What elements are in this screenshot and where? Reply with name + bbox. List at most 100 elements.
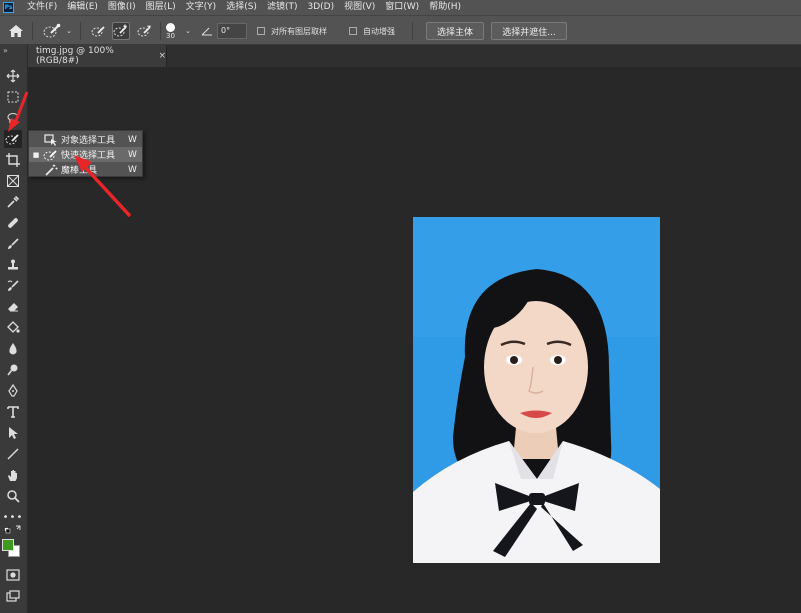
document-tab-title: timg.jpg @ 100%(RGB/8#) — [36, 46, 114, 66]
photoshop-logo-icon: Ps — [3, 2, 14, 13]
frame-icon — [7, 175, 19, 187]
foreground-color-swatch[interactable] — [2, 539, 14, 551]
dodge-tool[interactable] — [4, 361, 22, 379]
menu-select[interactable]: 选择(S) — [221, 0, 262, 15]
marquee-tool[interactable] — [4, 88, 22, 106]
menu-help[interactable]: 帮助(H) — [424, 0, 466, 15]
angle-input[interactable]: 0° — [217, 23, 247, 39]
flyout-item-label: 快速选择工具 — [61, 151, 116, 161]
lasso-icon — [7, 113, 19, 124]
selection-tools-flyout: 对象选择工具 W ■ 快速选择工具 W 魔棒工具 W — [28, 130, 143, 177]
pen-tool[interactable] — [4, 382, 22, 400]
paint-bucket-tool[interactable] — [4, 319, 22, 337]
quick-selection-tool[interactable] — [4, 130, 22, 148]
flyout-item-magic-wand[interactable]: 魔棒工具 W — [29, 162, 142, 177]
sample-all-layers-label: 对所有图层取样 — [271, 26, 327, 36]
type-tool[interactable] — [4, 403, 22, 421]
subtract-from-selection-button[interactable] — [136, 16, 154, 46]
select-subject-button[interactable]: 选择主体 — [426, 22, 484, 40]
default-colors-icon — [4, 525, 21, 534]
clone-stamp-tool[interactable] — [4, 256, 22, 274]
portrait-photo — [413, 217, 660, 563]
eyedropper-tool[interactable] — [4, 193, 22, 211]
select-and-mask-button[interactable]: 选择并遮住... — [491, 22, 567, 40]
flyout-item-quick-selection[interactable]: ■ 快速选择工具 W — [29, 147, 142, 162]
brush-tool[interactable] — [4, 235, 22, 253]
checkbox-box — [257, 27, 265, 35]
quick-selection-preset-icon — [43, 23, 61, 38]
flyout-item-label: 对象选择工具 — [61, 136, 116, 146]
menu-type[interactable]: 文字(Y) — [181, 0, 222, 15]
home-button[interactable] — [8, 16, 24, 46]
history-brush-tool[interactable] — [4, 277, 22, 295]
line-tool[interactable] — [4, 445, 22, 463]
photoshop-window: Ps 文件(F) 编辑(E) 图像(I) 图层(L) 文字(Y) 选择(S) 滤… — [0, 0, 801, 613]
document-canvas-photo[interactable] — [413, 217, 660, 563]
pen-icon — [8, 384, 18, 397]
blur-icon — [9, 343, 17, 355]
type-icon — [7, 406, 19, 418]
sample-all-layers-checkbox[interactable]: 对所有图层取样 — [257, 16, 327, 46]
checkbox-box — [349, 27, 357, 35]
menu-3d[interactable]: 3D(D) — [302, 0, 339, 15]
menu-file[interactable]: 文件(F) — [22, 0, 62, 15]
add-to-selection-button[interactable] — [112, 16, 130, 46]
document-tab-strip: timg.jpg @ 100%(RGB/8#) × — [28, 45, 801, 67]
blur-tool[interactable] — [4, 340, 22, 358]
object-selection-icon — [44, 133, 57, 146]
quick-mask-button[interactable] — [4, 566, 22, 584]
new-selection-button[interactable] — [90, 16, 108, 46]
tools-panel: » ••• — [0, 45, 28, 613]
healing-brush-icon — [8, 218, 18, 228]
menu-view[interactable]: 视图(V) — [339, 0, 380, 15]
home-icon — [9, 25, 23, 37]
menu-edit[interactable]: 编辑(E) — [62, 0, 103, 15]
collapse-panel-icon[interactable]: » — [3, 46, 8, 55]
close-icon[interactable]: × — [158, 51, 166, 61]
move-icon — [6, 69, 20, 83]
add-to-selection-icon — [113, 24, 127, 37]
eraser-tool[interactable] — [4, 298, 22, 316]
menu-window[interactable]: 窗口(W) — [380, 0, 424, 15]
path-selection-tool[interactable] — [4, 424, 22, 442]
more-tools-icon: ••• — [2, 511, 24, 523]
eyedropper-icon — [7, 195, 20, 208]
brush-angle-control[interactable] — [201, 16, 213, 46]
menu-image[interactable]: 图像(I) — [103, 0, 141, 15]
hand-tool[interactable] — [4, 466, 22, 484]
tool-preset-picker[interactable]: ⌄ — [42, 16, 72, 46]
swap-colors-button[interactable] — [4, 523, 22, 535]
zoom-icon — [7, 490, 20, 503]
magic-wand-icon — [45, 164, 58, 176]
marquee-icon — [7, 91, 19, 103]
menu-filter[interactable]: 滤镜(T) — [262, 0, 303, 15]
crop-tool[interactable] — [4, 151, 22, 169]
healing-brush-tool[interactable] — [4, 214, 22, 232]
document-tab[interactable]: timg.jpg @ 100%(RGB/8#) × — [28, 45, 167, 67]
auto-enhance-checkbox[interactable]: 自动增强 — [349, 16, 395, 46]
quick-selection-icon — [43, 149, 57, 160]
brush-size-value: 30 — [166, 32, 175, 40]
brush-icon — [8, 238, 19, 249]
clone-stamp-icon — [8, 259, 18, 270]
subtract-from-selection-icon — [137, 25, 151, 37]
auto-enhance-label: 自动增强 — [363, 26, 395, 36]
quick-mask-icon — [6, 569, 20, 581]
brush-settings-dropdown[interactable]: ⌄ — [185, 16, 191, 46]
lasso-tool[interactable] — [4, 109, 22, 127]
screen-mode-button[interactable] — [4, 587, 22, 605]
menu-layer[interactable]: 图层(L) — [141, 0, 181, 15]
flyout-item-shortcut: W — [128, 134, 137, 145]
chevron-down-icon: ⌄ — [185, 27, 191, 35]
zoom-tool[interactable] — [4, 487, 22, 505]
options-bar: ⌄ 30 ⌄ 0° 对所有图层取样 自动增强 选择主体 选择并遮住... — [0, 15, 801, 45]
flyout-item-object-selection[interactable]: 对象选择工具 W — [29, 132, 142, 147]
line-icon — [7, 448, 19, 460]
frame-tool[interactable] — [4, 172, 22, 190]
move-tool[interactable] — [4, 67, 22, 85]
brush-tip-icon — [166, 23, 175, 32]
brush-size-picker[interactable]: 30 — [166, 16, 175, 46]
flyout-item-shortcut: W — [128, 149, 137, 160]
path-selection-icon — [9, 427, 18, 439]
new-selection-icon — [91, 26, 105, 37]
